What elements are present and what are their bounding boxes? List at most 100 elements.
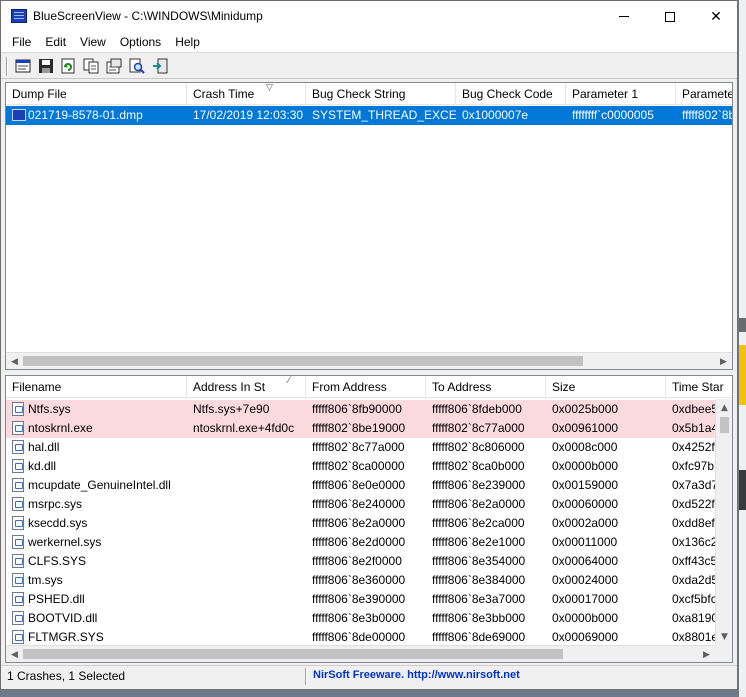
minimize-button[interactable] <box>601 1 647 32</box>
refresh-button[interactable] <box>59 57 77 75</box>
properties-button[interactable] <box>14 57 32 75</box>
scroll-right-icon[interactable]: ▶ <box>715 353 732 369</box>
bug-check-string-cell: SYSTEM_THREAD_EXCE... <box>312 108 456 122</box>
address-in-stack-cell: Ntfs.sys+7e90 <box>193 402 270 416</box>
column-dump-file[interactable]: Dump File <box>6 83 187 105</box>
filename-cell: tm.sys <box>28 573 63 587</box>
title-bar[interactable]: BlueScreenView - C:\WINDOWS\Minidump ✕ <box>1 1 737 32</box>
size-cell: 0x0000b000 <box>552 611 619 625</box>
menu-help[interactable]: Help <box>168 35 207 49</box>
desktop-background <box>739 0 746 697</box>
menu-options[interactable]: Options <box>113 35 168 49</box>
to-address-cell: fffff806`8fdeb000 <box>432 402 522 416</box>
address-in-stack-cell <box>187 476 306 495</box>
to-address-cell: fffff806`8e239000 <box>432 478 526 492</box>
driver-list-hscrollbar[interactable]: ◀ ▶ <box>6 645 732 662</box>
maximize-button[interactable] <box>647 1 693 32</box>
scroll-left-icon[interactable]: ◀ <box>6 646 23 662</box>
driver-row[interactable]: Ntfs.sys Ntfs.sys+7e90 fffff806`8fb90000 ff… <box>6 400 725 419</box>
size-cell: 0x00024000 <box>552 573 619 587</box>
refresh-icon <box>61 58 75 74</box>
vscroll-thumb[interactable] <box>720 417 729 433</box>
sort-descending-icon: ▽ <box>266 83 273 93</box>
column-parameter-2[interactable]: Parameter <box>676 83 732 105</box>
driver-row[interactable]: ksecdd.sys fffff806`8e2a0000 fffff806`8e2c… <box>6 514 722 533</box>
status-divider <box>305 668 307 685</box>
address-in-stack-cell <box>187 514 306 533</box>
column-size[interactable]: Size <box>546 376 666 398</box>
driver-row[interactable]: BOOTVID.dll fffff806`8e3b0000 fffff806`8e3… <box>6 609 725 628</box>
driver-row[interactable]: kd.dll fffff802`8ca00000 fffff802`8ca0b000… <box>6 457 722 476</box>
minimize-icon <box>619 16 629 17</box>
sort-indicator-icon: ⁄ <box>288 376 290 386</box>
column-filename[interactable]: Filename <box>6 376 187 398</box>
driver-list-vscrollbar[interactable]: ▲ ▼ <box>715 399 732 645</box>
address-in-stack-cell <box>187 533 306 552</box>
filename-cell: ntoskrnl.exe <box>28 421 93 435</box>
address-in-stack-cell <box>187 571 306 590</box>
driver-row[interactable]: ntoskrnl.exe ntoskrnl.exe+4fd0c fffff802`8… <box>6 419 725 438</box>
advanced-options-button[interactable] <box>105 57 123 75</box>
scroll-up-icon[interactable]: ▲ <box>716 399 732 416</box>
maximize-icon <box>665 11 675 22</box>
column-from-address[interactable]: From Address <box>306 376 426 398</box>
menu-view[interactable]: View <box>73 35 113 49</box>
size-cell: 0x00064000 <box>552 554 619 568</box>
crash-time-cell: 17/02/2019 12:03:30 <box>193 108 304 122</box>
save-button[interactable] <box>37 57 55 75</box>
from-address-cell: fffff802`8be19000 <box>312 421 406 435</box>
to-address-cell: fffff806`8e2a0000 <box>432 497 526 511</box>
address-in-stack-cell <box>187 495 306 514</box>
from-address-cell: fffff802`8ca00000 <box>312 459 405 473</box>
driver-row[interactable]: mcupdate_GenuineIntel.dll fffff806`8e0e00… <box>6 476 725 495</box>
driver-row[interactable]: werkernel.sys fffff806`8e2d0000 fffff806`8… <box>6 533 724 552</box>
to-address-cell: fffff806`8e384000 <box>432 573 526 587</box>
scroll-left-icon[interactable]: ◀ <box>6 353 23 369</box>
bluescreenview-window: BlueScreenView - C:\WINDOWS\Minidump ✕ F… <box>0 0 738 690</box>
column-address-in-stack-label: Address In St <box>193 380 266 394</box>
from-address-cell: fffff806`8e240000 <box>312 497 406 511</box>
address-in-stack-cell <box>187 552 306 571</box>
save-icon <box>39 59 53 73</box>
driver-row[interactable]: hal.dll fffff802`8c77a000 fffff802`8c80600… <box>6 438 725 457</box>
size-cell: 0x00159000 <box>552 478 619 492</box>
scroll-thumb[interactable] <box>23 356 583 366</box>
scroll-down-icon[interactable]: ▼ <box>716 628 732 645</box>
column-time-stamp[interactable]: Time Star <box>666 376 732 398</box>
copy-button[interactable] <box>82 57 100 75</box>
app-icon <box>11 9 27 23</box>
menu-edit[interactable]: Edit <box>38 35 73 49</box>
column-bug-check-string[interactable]: Bug Check String <box>306 83 456 105</box>
driver-row[interactable]: CLFS.SYS fffff806`8e2f0000 fffff806`8e3540… <box>6 552 722 571</box>
status-summary: 1 Crashes, 1 Selected <box>7 669 126 683</box>
parameter-2-cell: fffff802`8be <box>682 108 732 122</box>
driver-row[interactable]: PSHED.dll fffff806`8e390000 fffff806`8e3a7… <box>6 590 722 609</box>
find-button[interactable] <box>128 57 146 75</box>
driver-row[interactable]: msrpc.sys fffff806`8e240000 fffff806`8e2a0… <box>6 495 722 514</box>
address-in-stack-cell <box>187 590 306 609</box>
close-button[interactable]: ✕ <box>693 1 737 32</box>
filename-cell: BOOTVID.dll <box>28 611 98 625</box>
driver-row[interactable]: tm.sys fffff806`8e360000 fffff806`8e384000… <box>6 571 725 590</box>
column-parameter-1[interactable]: Parameter 1 <box>566 83 676 105</box>
from-address-cell: fffff806`8e2f0000 <box>312 554 402 568</box>
filename-cell: CLFS.SYS <box>28 554 87 568</box>
size-cell: 0x00017000 <box>552 592 619 606</box>
menu-file[interactable]: File <box>5 35 38 49</box>
driver-list-pane: Filename Address In St ⁄ From Address To… <box>5 375 733 663</box>
scroll-thumb[interactable] <box>23 649 563 659</box>
toolbar-separator <box>6 57 8 76</box>
scroll-right-icon[interactable]: ▶ <box>698 646 715 662</box>
address-in-stack-cell <box>187 609 306 628</box>
filename-cell: ksecdd.sys <box>28 516 88 530</box>
address-in-stack-cell <box>187 438 306 457</box>
column-crash-time[interactable]: Crash Time <box>187 83 306 105</box>
crash-list-hscrollbar[interactable]: ◀ ▶ <box>6 352 732 369</box>
crash-row[interactable]: 021719-8578-01.dmp 17/02/2019 12:03:30 S… <box>6 106 732 125</box>
column-bug-check-code[interactable]: Bug Check Code <box>456 83 566 105</box>
exit-icon <box>153 58 168 74</box>
column-to-address[interactable]: To Address <box>426 376 546 398</box>
nirsoft-link[interactable]: NirSoft Freeware. http://www.nirsoft.net <box>313 669 520 681</box>
exit-button[interactable] <box>151 57 169 75</box>
crash-list-pane: Dump File Crash Time ▽ Bug Check String … <box>5 82 733 370</box>
